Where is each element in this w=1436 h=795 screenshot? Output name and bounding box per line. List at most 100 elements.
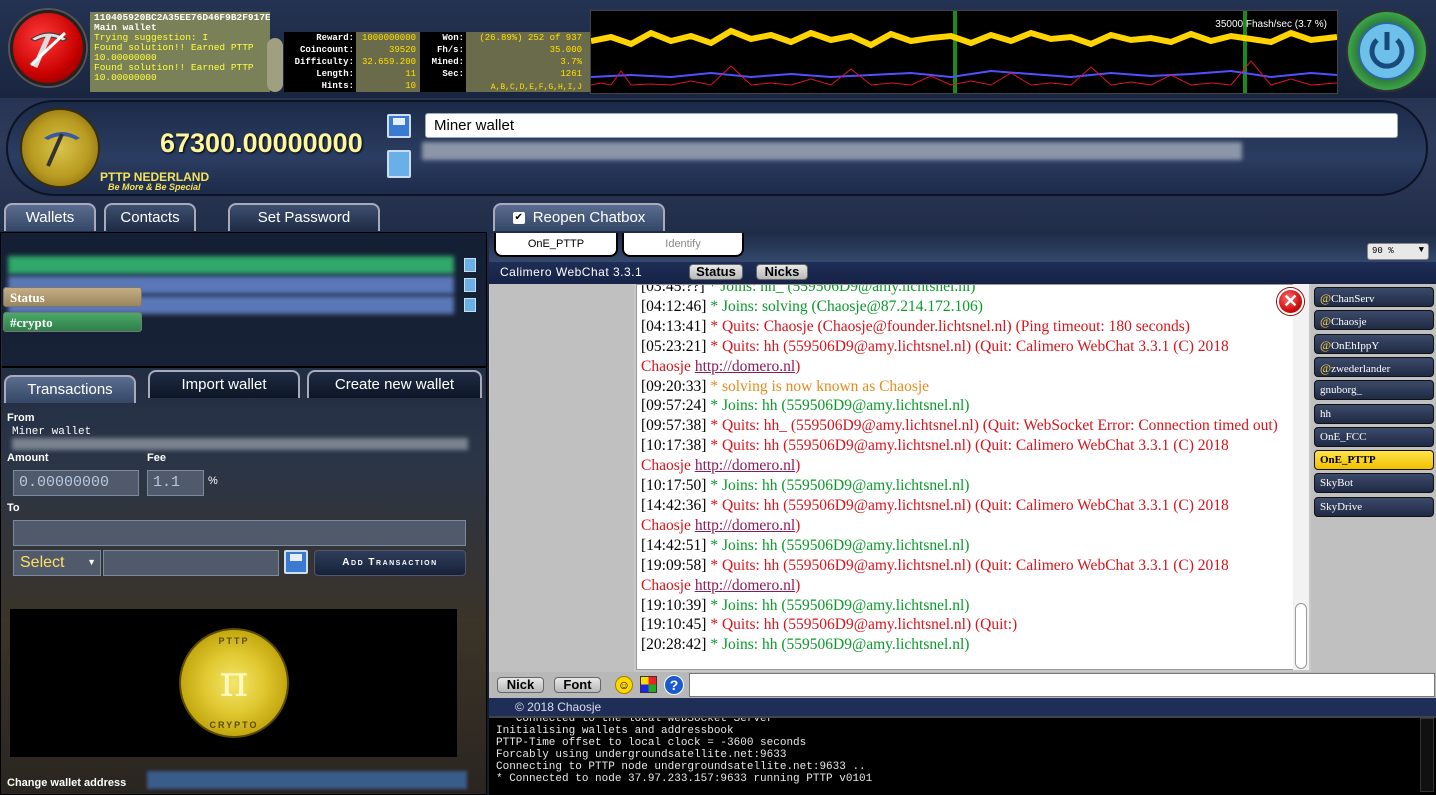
brand-slogan: Be More & Be Special <box>108 182 201 192</box>
nick-item[interactable]: SkyBot <box>1314 473 1434 494</box>
close-channel-icon[interactable]: ✕ <box>1277 288 1304 315</box>
message-timestamp: [03:45:??] <box>641 284 709 295</box>
tab-create-wallet[interactable]: Create new wallet <box>307 370 482 398</box>
length-value: 11 <box>405 69 416 79</box>
fee-input[interactable]: 1.1 <box>147 470 204 496</box>
copyright-bar <box>489 698 1436 716</box>
channel-crypto[interactable]: #crypto <box>3 312 142 332</box>
message-link[interactable]: http://domero.nl <box>695 457 795 474</box>
chat-message: [14:42:51] * Joins: hh (559506D9@amy.lic… <box>641 536 1281 556</box>
nick-name: zwederlander <box>1331 362 1391 375</box>
clipboard-icon[interactable] <box>464 278 476 292</box>
to-address-input[interactable] <box>13 520 466 546</box>
wallet-list-item[interactable] <box>8 256 454 274</box>
tab-transactions[interactable]: Transactions <box>4 375 136 403</box>
amount-input[interactable]: 0.00000000 <box>13 470 139 496</box>
tab-set-password[interactable]: Set Password <box>228 203 380 231</box>
message-tail: ) <box>795 357 801 375</box>
messages-scrollbar-thumb[interactable] <box>1295 603 1307 669</box>
zoom-value: 90 % <box>1372 246 1394 256</box>
contact-name-input[interactable] <box>103 550 279 576</box>
hashrate-line-blue <box>590 69 1338 79</box>
chat-message: [09:20:33] * solving is now known as Cha… <box>641 377 1281 397</box>
message-timestamp: [04:13:41] <box>641 317 711 335</box>
nicks-button[interactable]: Nicks <box>756 264 808 280</box>
message-timestamp: [10:17:50] <box>641 477 711 495</box>
chat-message: [19:09:58] * Quits: hh (559506D9@amy.lic… <box>641 556 1281 596</box>
nick-item[interactable]: OnE_PTTP <box>1314 450 1434 471</box>
message-text: * Joins: hh_ (559506D9@amy.lichtsnel.nl) <box>708 284 976 295</box>
nick-name: ChanServ <box>1331 293 1375 305</box>
pi-icon: π <box>219 656 249 707</box>
channel-status[interactable]: Status <box>3 287 142 307</box>
contact-select[interactable]: Select ▼ <box>13 550 101 576</box>
chat-message-input[interactable] <box>689 673 1435 697</box>
message-link[interactable]: http://domero.nl <box>695 358 795 375</box>
won-value: (26.89%) 252 of 937 <box>479 33 582 43</box>
message-link[interactable]: http://domero.nl <box>695 577 795 594</box>
console-line: Connecting to PTTP node undergroundsatel… <box>496 761 866 773</box>
save-icon[interactable] <box>387 114 411 138</box>
color-picker-icon[interactable] <box>640 676 657 693</box>
stop-mining-button[interactable] <box>10 10 86 86</box>
op-icon: @ <box>1320 337 1332 352</box>
console-scrollbar[interactable] <box>1420 718 1434 792</box>
nick-item[interactable]: @ChanServ <box>1314 287 1434 307</box>
chat-message: [20:28:42] * Joins: hh (559506D9@amy.lic… <box>641 635 1281 655</box>
op-icon: @ <box>1320 360 1332 375</box>
clipboard-icon[interactable] <box>464 298 476 312</box>
from-address-redacted <box>12 438 468 450</box>
add-transaction-button[interactable]: Add Transaction <box>314 550 466 576</box>
checkbox-icon[interactable]: ✔ <box>512 212 525 225</box>
nick-item[interactable]: @zwederlander <box>1314 356 1434 377</box>
nick-name: Chaosje <box>1331 316 1367 329</box>
message-timestamp: [09:20:33] <box>641 377 711 395</box>
difficulty-value: 32.659.200 <box>361 57 416 67</box>
power-button[interactable] <box>1346 10 1428 92</box>
tab-wallets[interactable]: Wallets <box>4 203 96 231</box>
tab-contacts[interactable]: Contacts <box>104 203 196 231</box>
nick-item[interactable]: SkyDrive <box>1314 496 1434 517</box>
clipboard-icon[interactable] <box>464 258 476 272</box>
nick-button[interactable]: Nick <box>497 677 544 693</box>
tab-reopen-chatbox[interactable]: ✔ Reopen Chatbox <box>493 203 665 231</box>
log-line: 10.00000000 <box>94 72 157 83</box>
chat-message: [10:17:38] * Quits: hh (559506D9@amy.lic… <box>641 436 1281 476</box>
tab-import-wallet[interactable]: Import wallet <box>148 370 300 398</box>
nick-item[interactable]: @OnEhIppY <box>1314 333 1434 354</box>
font-button[interactable]: Font <box>554 677 601 693</box>
select-label: Select <box>20 554 65 571</box>
nick-item[interactable]: gnuborg_ <box>1314 380 1434 401</box>
message-text: * Joins: hh (559506D9@amy.lichtsnel.nl) <box>710 596 970 614</box>
nick-name: OnE_PTTP <box>1320 454 1376 467</box>
reward-label: Reward: <box>316 33 354 43</box>
sec-value: 1261 <box>560 69 582 79</box>
wallet-name-input[interactable]: Miner wallet <box>425 113 1398 138</box>
tab-identify[interactable]: Identify <box>622 233 744 257</box>
change-wallet-address-input[interactable] <box>147 771 467 789</box>
pickaxe-logo-icon <box>44 132 80 167</box>
difficulty-label: Difficulty: <box>294 57 354 67</box>
won-label: Won: <box>442 33 464 43</box>
coincount-value: 39520 <box>388 45 416 55</box>
message-link[interactable]: http://domero.nl <box>695 517 795 534</box>
save-icon[interactable] <box>284 550 308 574</box>
nick-item[interactable]: hh <box>1314 403 1434 424</box>
tab-channel-one-pttp[interactable]: OnE_PTTP <box>494 233 618 257</box>
chat-message: [19:10:39] * Joins: hh (559506D9@amy.lic… <box>641 596 1281 616</box>
log-scrollbar[interactable] <box>267 38 283 92</box>
console-log: ** Connected to the local WebSocket Serv… <box>489 716 1436 795</box>
coin-text-top: PTTP <box>218 636 250 646</box>
nick-item[interactable]: OnE_FCC <box>1314 426 1434 447</box>
clipboard-icon[interactable] <box>387 150 411 178</box>
message-text: * Joins: hh (559506D9@amy.lichtsnel.nl) <box>710 636 970 654</box>
smiley-icon[interactable]: ☺ <box>615 676 633 694</box>
nick-item[interactable]: @Chaosje <box>1314 310 1434 331</box>
status-button[interactable]: Status <box>689 264 743 280</box>
help-icon[interactable]: ? <box>664 675 684 695</box>
console-line: Initialising wallets and addressbook <box>496 725 734 737</box>
zoom-select[interactable]: 90 % ▼ <box>1367 243 1429 260</box>
from-wallet: Miner wallet <box>12 426 92 438</box>
message-timestamp: [04:12:46] <box>641 297 711 315</box>
chat-message: [03:45:??] * Joins: hh_ (559506D9@amy.li… <box>641 284 1281 297</box>
